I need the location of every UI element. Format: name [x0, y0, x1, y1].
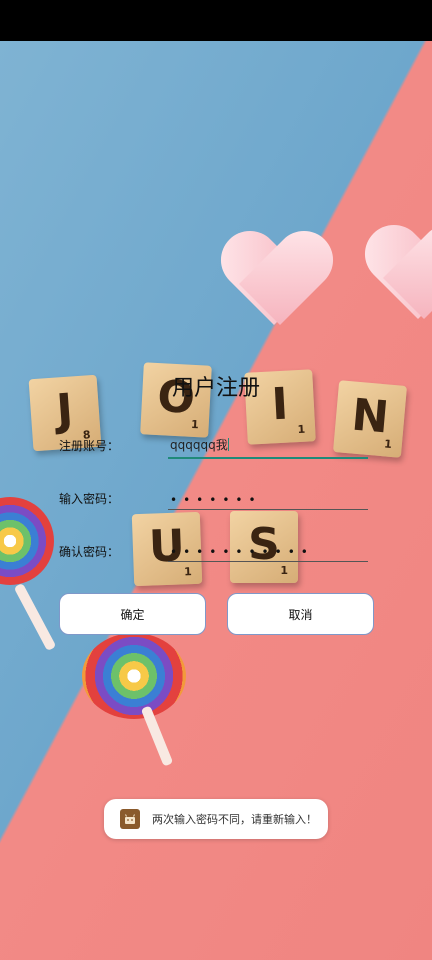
- tile-value: 1: [183, 565, 193, 579]
- toast-message: 两次输入密码不同，请重新输入！: [104, 799, 328, 839]
- cancel-button-label: 取消: [288, 607, 313, 622]
- cancel-button[interactable]: 取消: [227, 593, 374, 635]
- account-input[interactable]: qqqqqq我: [168, 433, 368, 459]
- lollipop-decoration: [82, 633, 186, 719]
- password-label: 输入密码：: [59, 492, 120, 506]
- lollipop-decoration: [0, 497, 54, 585]
- status-bar: [0, 0, 432, 41]
- tile-value: 1: [280, 564, 288, 577]
- text-caret: [227, 438, 229, 451]
- account-label: 注册账号：: [59, 439, 120, 453]
- toast-text: 两次输入密码不同，请重新输入！: [152, 813, 317, 826]
- password-input[interactable]: •••••••: [168, 485, 368, 510]
- confirm-password-input-value: •••••••••••: [170, 545, 314, 559]
- lollipop-stick: [13, 582, 57, 652]
- account-input-value: qqqqqq我: [170, 438, 229, 452]
- confirm-password-label: 确认密码：: [59, 545, 120, 559]
- heart-decoration: [366, 227, 432, 327]
- confirm-password-input[interactable]: •••••••••••: [168, 537, 368, 562]
- tile-value: 1: [383, 437, 393, 451]
- password-input-value: •••••••: [170, 493, 262, 507]
- tile-value: 1: [190, 417, 200, 432]
- confirm-button-label: 确定: [120, 607, 145, 622]
- screen: J 8 O 1 I 1 N 1 U 1 S 1 用户注册 注册账号： qqqqq…: [0, 0, 432, 960]
- page-title: 用户注册: [171, 376, 260, 401]
- confirm-button[interactable]: 确定: [59, 593, 206, 635]
- heart-decoration: [222, 233, 332, 333]
- android-app-icon: [120, 809, 140, 829]
